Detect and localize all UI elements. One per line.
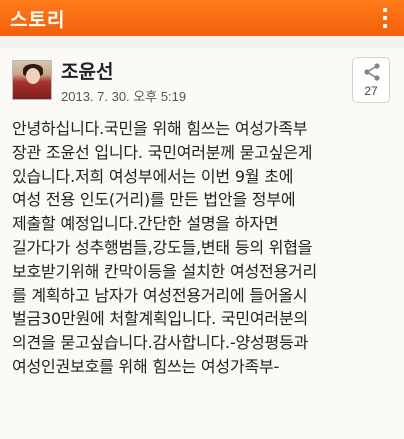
- app-bar: 스토리: [0, 0, 404, 36]
- share-icon: [364, 63, 380, 81]
- post-line: 여성 전용 인도(거리)를 만든 법안을 정부에: [12, 190, 296, 210]
- share-button[interactable]: 27: [352, 57, 390, 103]
- post-line: 여성인권보호를 위해 힘쓰는 여성가족부-: [12, 356, 280, 376]
- post-line: 의견을 묻고싶습니다.감사합니다.-양성평등과: [12, 333, 309, 353]
- post-line: 보호받기위해 칸막이등을 설치한 여성전용거리: [12, 261, 318, 281]
- post-line: 있습니다.저희 여성부에서는 이번 9월 초에: [12, 166, 294, 186]
- post-line: 를 계획하고 남자가 여성전용거리에 들어올시: [12, 285, 308, 305]
- post-line: 안녕하십니다.국민을 위해 힘쓰는 여성가족부: [12, 119, 308, 138]
- post-card: 조윤선 2013. 7. 30. 오후 5:19 27 안녕하십니다.국민을 위…: [0, 48, 404, 439]
- post-line: 길가다가 성추행범들,강도들,변태 등의 위협을: [12, 237, 313, 257]
- post-line: 장관 조윤선 입니다. 국민여러분께 묻고싶은게: [12, 142, 313, 162]
- more-vert-icon[interactable]: [374, 4, 396, 32]
- app-title: 스토리: [10, 9, 66, 31]
- share-count: 27: [364, 84, 378, 98]
- post-date: 2013. 7. 30. 오후 5:19: [61, 89, 187, 104]
- avatar[interactable]: [12, 60, 52, 100]
- post-line: 벌금30만원에 처할계획입니다. 국민여러분의: [12, 309, 308, 329]
- post-line: 제출할 예정입니다.간단한 설명을 하자면: [12, 214, 279, 234]
- author-name[interactable]: 조윤선: [61, 57, 113, 84]
- post-body: 안녕하십니다.국민을 위해 힘쓰는 여성가족부 장관 조윤선 입니다. 국민여러…: [12, 117, 396, 379]
